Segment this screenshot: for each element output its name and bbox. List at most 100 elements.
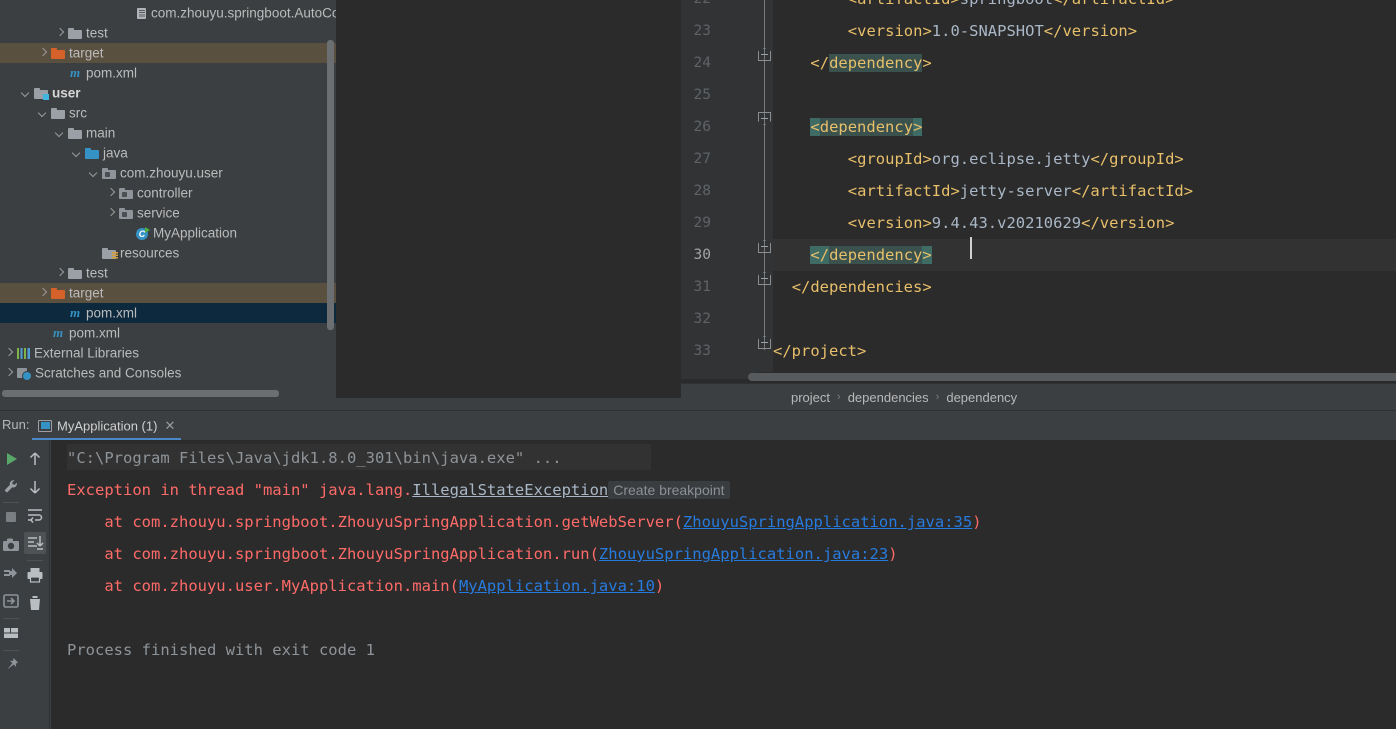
trash-icon[interactable] — [24, 592, 46, 614]
tree-item-resources[interactable]: resources — [0, 243, 336, 263]
tree-item-label: pom.xml — [86, 305, 138, 321]
stack-trace-line: at com.zhouyu.springboot.ZhouyuSpringApp… — [67, 506, 981, 538]
excluded-folder-icon — [51, 47, 65, 59]
tree-item-pom-xml[interactable]: m pom.xml — [0, 303, 336, 323]
breadcrumb-item-dependency[interactable]: dependency — [946, 384, 1017, 411]
chevron-right-icon[interactable] — [38, 48, 49, 59]
fold-marker-line-24[interactable] — [757, 48, 772, 61]
code-token: </ — [810, 246, 830, 264]
code-token: springboot — [960, 0, 1053, 8]
wrench-icon[interactable] — [0, 476, 22, 498]
console-command-line: "C:\Program Files\Java\jdk1.8.0_301\bin\… — [67, 449, 562, 467]
chevron-right-icon[interactable] — [4, 348, 15, 359]
code-token: > — [922, 54, 932, 72]
breadcrumb-item-project[interactable]: project — [791, 384, 830, 411]
tree-item-external-libraries[interactable]: External Libraries — [0, 343, 336, 363]
fold-marker-line-30[interactable] — [757, 240, 772, 253]
up-arrow-icon[interactable] — [24, 448, 46, 470]
editor-horizontal-scrollbar[interactable] — [748, 373, 1396, 381]
fold-marker-line-31[interactable] — [757, 272, 772, 285]
print-icon[interactable] — [24, 564, 46, 586]
code-folding-column[interactable] — [756, 0, 773, 379]
chevron-right-icon[interactable] — [4, 368, 15, 379]
code-token: </version> — [1081, 214, 1175, 232]
run-tool-window[interactable]: Run: MyApplication (1) ✕ "C:\Program Fil… — [0, 410, 1396, 729]
chevron-right-icon[interactable] — [55, 268, 66, 279]
fold-marker-line-26[interactable] — [757, 112, 772, 125]
close-icon[interactable]: ✕ — [164, 413, 175, 438]
down-arrow-icon[interactable] — [24, 476, 46, 498]
code-editor[interactable]: 222324252627282930313233 <artifactId>spr… — [336, 0, 1396, 410]
code-line-22: <artifactId>springboot</artifactId> — [848, 0, 1175, 15]
tree-item-pom-xml[interactable]: m pom.xml — [0, 63, 336, 83]
line-number-22: 22 — [671, 0, 711, 15]
line-number-28: 28 — [693, 183, 711, 199]
tree-item-label: com.zhouyu.springboot.AutoConfig — [151, 5, 336, 21]
tree-item-com-zhouyu-springboot-autoconfig[interactable]: com.zhouyu.springboot.AutoConfig — [0, 3, 336, 23]
tree-item-label: controller — [137, 185, 193, 201]
tree-item-target[interactable]: target — [0, 283, 336, 303]
breadcrumb-item-dependencies[interactable]: dependencies — [848, 384, 929, 411]
chevron-down-icon[interactable] — [38, 108, 49, 119]
run-toolbar-secondary[interactable] — [22, 440, 50, 729]
chevron-down-icon[interactable] — [89, 168, 100, 179]
camera-icon[interactable] — [0, 534, 22, 556]
tree-item-target[interactable]: target — [0, 43, 336, 63]
run-panel-label: Run: — [2, 417, 30, 432]
tree-item-main[interactable]: main — [0, 123, 336, 143]
tab-myapplication[interactable]: MyApplication (1) ✕ — [32, 413, 182, 440]
soft-wrap-icon[interactable] — [24, 504, 46, 526]
chevron-down-icon[interactable] — [72, 148, 83, 159]
editor-horizontal-scrollbar-track[interactable] — [748, 372, 1396, 382]
project-tree-vertical-scrollbar[interactable] — [327, 40, 334, 330]
tree-item-com-zhouyu-user[interactable]: com.zhouyu.user — [0, 163, 336, 183]
chevron-right-icon[interactable] — [38, 288, 49, 299]
pin-icon[interactable] — [0, 654, 22, 676]
console-output[interactable]: "C:\Program Files\Java\jdk1.8.0_301\bin\… — [51, 440, 1396, 729]
project-tree-horizontal-scrollbar-track[interactable] — [0, 389, 336, 398]
code-token: > — [913, 118, 923, 136]
tree-item-controller[interactable]: controller — [0, 183, 336, 203]
tree-item-test[interactable]: test — [0, 263, 336, 283]
tree-item-src[interactable]: src — [0, 103, 336, 123]
code-token: <groupId> — [847, 150, 932, 168]
package-icon — [102, 167, 116, 179]
exception-type-link[interactable]: IllegalStateException — [412, 481, 608, 499]
breadcrumb[interactable]: project › dependencies › dependency — [681, 383, 1396, 410]
code-token: </ — [810, 54, 830, 72]
run-toolbar-primary[interactable] — [0, 440, 22, 729]
code-token: jetty-server — [959, 182, 1072, 200]
folder-icon — [68, 27, 82, 39]
run-tab-label: MyApplication (1) — [57, 418, 158, 434]
code-line-33: </project> — [773, 335, 866, 367]
project-tree-horizontal-scrollbar[interactable] — [2, 390, 279, 397]
export-icon[interactable] — [0, 590, 22, 612]
scroll-to-end-icon[interactable] — [24, 532, 46, 554]
tree-item-pom-xml[interactable]: m pom.xml — [0, 323, 336, 343]
chevron-down-icon[interactable] — [21, 88, 32, 99]
layout-icon[interactable] — [0, 622, 22, 644]
tree-item-service[interactable]: service — [0, 203, 336, 223]
tree-item-user[interactable]: user — [0, 83, 336, 103]
chevron-right-icon[interactable] — [106, 188, 117, 199]
tree-item-scratches-and-consoles[interactable]: Scratches and Consoles — [0, 363, 336, 383]
tree-item-java[interactable]: java — [0, 143, 336, 163]
thread-dump-icon[interactable] — [0, 562, 22, 584]
tree-item-myapplication[interactable]: C MyApplication — [0, 223, 336, 243]
rerun-button[interactable] — [0, 448, 22, 470]
stack-file-link[interactable]: ZhouyuSpringApplication.java:23 — [599, 545, 888, 563]
chevron-down-icon[interactable] — [55, 128, 66, 139]
fold-marker-line-33[interactable] — [757, 336, 772, 349]
code-text-area[interactable]: <artifactId>springboot</artifactId><vers… — [773, 0, 1396, 379]
stop-button[interactable] — [0, 506, 22, 528]
chevron-right-icon[interactable] — [55, 28, 66, 39]
create-breakpoint-hint[interactable]: Create breakpoint — [608, 481, 730, 499]
stack-file-link[interactable]: MyApplication.java:10 — [459, 577, 655, 595]
chevron-right-icon[interactable] — [106, 208, 117, 219]
ide-window: META-INF.servicescom.zhouyu.springboot.A… — [0, 0, 1396, 729]
code-token: </artifactId> — [1053, 0, 1174, 8]
project-tool-window[interactable]: META-INF.servicescom.zhouyu.springboot.A… — [0, 0, 336, 398]
stack-file-link[interactable]: ZhouyuSpringApplication.java:35 — [683, 513, 972, 531]
tree-item-test[interactable]: test — [0, 23, 336, 43]
tree-item-label: src — [69, 105, 87, 121]
